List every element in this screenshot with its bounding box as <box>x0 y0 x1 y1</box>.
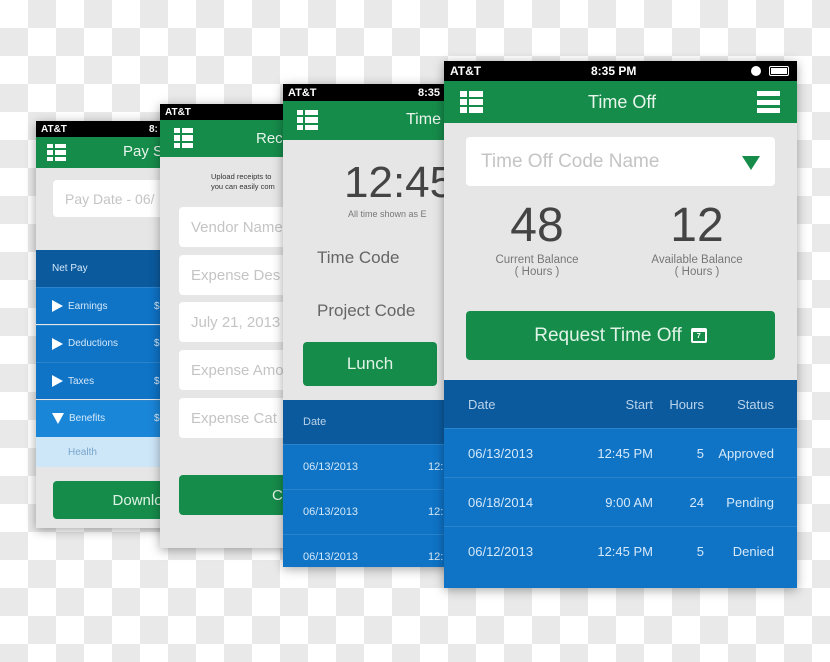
row-start: 12: <box>428 506 444 518</box>
battery-icon <box>769 66 789 76</box>
list-menu-icon[interactable] <box>174 128 194 148</box>
row-date: 06/13/2013 <box>303 551 359 563</box>
health-label: Health <box>68 446 97 458</box>
time-off-screen: AT&T 8:35 PM Time Off Time Off Code Name… <box>444 61 797 588</box>
expand-arrow-icon <box>52 375 63 387</box>
carrier-label: AT&T <box>165 106 191 118</box>
row-date: 06/13/2013 <box>468 445 534 461</box>
clock-display: 12:45 <box>344 158 455 207</box>
available-balance: 12 Available Balance ( Hours ) <box>637 198 757 278</box>
pay-row-label: Earnings <box>68 300 108 312</box>
intro-line-2: you can easily com <box>211 182 275 191</box>
app-header: Time Off <box>444 81 797 123</box>
status-time: 8:35 <box>418 86 441 99</box>
row-date: 06/12/2013 <box>468 543 534 559</box>
expand-arrow-icon <box>52 337 63 350</box>
current-balance-value: 48 <box>510 199 564 252</box>
row-hours: 24 <box>689 494 704 510</box>
project-code-field[interactable]: Project Code <box>317 301 415 321</box>
date-header: Date <box>468 396 496 412</box>
row-hours: 5 <box>696 543 704 559</box>
time-code-field[interactable]: Time Code <box>317 248 400 268</box>
request-label: Request Time Off <box>534 324 682 346</box>
page-title: Rec <box>256 130 283 147</box>
row-start: 12: <box>428 461 444 473</box>
capture-label: C <box>272 486 283 504</box>
row-date: 06/18/2014 <box>468 494 534 510</box>
available-balance-unit: ( Hours ) <box>674 266 720 278</box>
intro-text: Upload receipts to you can easily com <box>211 172 275 192</box>
table-row[interactable]: 06/12/2013 12:45 PM 5 Denied <box>444 526 797 575</box>
row-start: 12:45 PM <box>597 543 653 559</box>
pay-row-label: Taxes <box>68 375 95 387</box>
table-row[interactable]: 06/13/2013 12:45 PM 5 Approved <box>444 428 797 477</box>
row-status: Pending <box>726 494 774 510</box>
time-off-code-dropdown[interactable]: Time Off Code Name <box>466 137 775 186</box>
available-balance-value: 12 <box>670 199 724 252</box>
request-time-off-button[interactable]: Request Time Off 7 <box>466 311 775 360</box>
intro-line-1: Upload receipts to <box>211 172 272 181</box>
available-balance-label: Available Balance <box>651 254 743 266</box>
page-title: Time Off <box>588 92 657 112</box>
table-filler <box>444 575 797 588</box>
status-bar: AT&T 8:35 PM <box>444 61 797 81</box>
page-title: Pay S <box>123 143 164 160</box>
row-date: 06/13/2013 <box>303 506 359 518</box>
list-menu-icon[interactable] <box>297 110 318 130</box>
current-balance-unit: ( Hours ) <box>514 266 560 278</box>
status-header: Status <box>737 396 774 412</box>
row-start: 9:00 AM <box>605 494 653 510</box>
pay-row-label: Benefits <box>69 413 106 424</box>
row-hours: 5 <box>696 445 704 461</box>
current-balance-label: Current Balance <box>495 254 579 266</box>
carrier-label: AT&T <box>288 86 317 99</box>
lunch-button[interactable]: Lunch <box>303 342 437 386</box>
row-date: 06/13/2013 <box>303 461 359 473</box>
row-status: Approved <box>718 445 774 461</box>
chevron-down-icon <box>742 156 760 170</box>
status-time: 8: <box>149 123 158 135</box>
row-start: 12:45 PM <box>597 445 653 461</box>
calendar-icon: 7 <box>690 328 707 343</box>
current-balance: 48 Current Balance ( Hours ) <box>477 198 597 278</box>
expand-arrow-icon <box>52 300 63 312</box>
hours-header: Hours <box>669 396 704 412</box>
hamburger-menu-icon[interactable] <box>757 91 780 113</box>
table-header: Date Start Hours Status <box>444 380 797 428</box>
start-header: Start <box>625 396 653 412</box>
pay-row-value: $ <box>154 375 160 387</box>
expanded-arrow-icon <box>52 413 64 424</box>
status-time: 8:35 PM <box>591 64 637 78</box>
net-pay-label: Net Pay <box>52 263 88 274</box>
pay-row-label: Deductions <box>68 338 119 349</box>
row-status: Denied <box>732 543 774 559</box>
carrier-label: AT&T <box>450 64 482 78</box>
carrier-label: AT&T <box>41 123 67 135</box>
table-row[interactable]: 06/18/2014 9:00 AM 24 Pending <box>444 477 797 526</box>
pay-row-value: $ <box>154 338 160 349</box>
dropdown-placeholder: Time Off Code Name <box>481 150 660 172</box>
pay-row-value: $ <box>154 300 160 312</box>
timezone-note: All time shown as E <box>348 209 427 219</box>
page-title: Time <box>406 111 441 128</box>
list-menu-icon[interactable] <box>460 91 483 113</box>
clock-icon <box>751 66 761 76</box>
row-start: 12: <box>428 551 444 563</box>
list-menu-icon[interactable] <box>47 144 67 161</box>
pay-row-value: $ <box>154 413 160 424</box>
date-header: Date <box>303 416 327 428</box>
